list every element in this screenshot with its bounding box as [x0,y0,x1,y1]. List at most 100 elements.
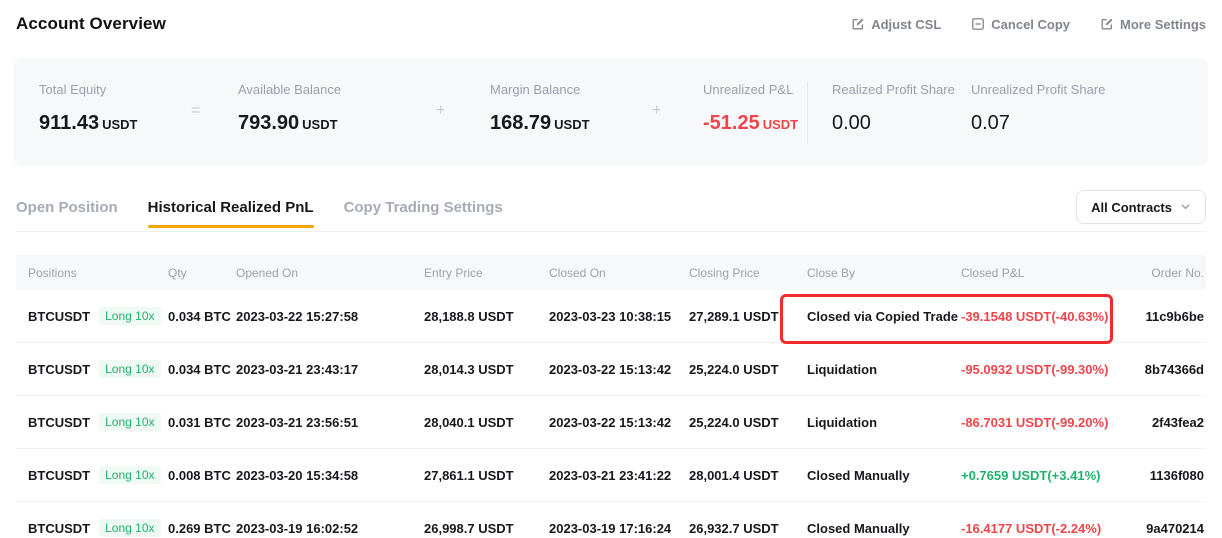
tabs-row: Open Position Historical Realized PnL Copy… [16,184,1206,232]
stat-total-equity: Total Equity 911.43USDT [39,82,137,137]
qty-cell: 0.008 BTC [168,468,236,483]
opened-on-cell: 2023-03-22 15:27:58 [236,309,424,324]
opened-on-cell: 2023-03-21 23:43:17 [236,362,424,377]
tab-historical-realized-pnl[interactable]: Historical Realized PnL [148,184,314,231]
stat-available-balance: Available Balance 793.90USDT [238,82,341,137]
qty-cell: 0.031 BTC [168,415,236,430]
positions-cell: BTCUSDT Long 10x [28,413,168,431]
position-symbol: BTCUSDT [28,521,90,536]
closed-pnl-cell: -39.1548 USDT(-40.63%) [961,309,1129,324]
plus-operator: + [436,102,445,120]
stat-label: Available Balance [238,82,341,98]
closed-pnl-cell: -86.7031 USDT(-99.20%) [961,415,1129,430]
contracts-filter-label: All Contracts [1091,200,1172,215]
positions-cell: BTCUSDT Long 10x [28,307,168,325]
stat-unrealized-p-l: Unrealized P&L -51.25USDT [703,82,798,137]
closed-pnl-cell: -95.0932 USDT(-99.30%) [961,362,1129,377]
stat-value: 911.43USDT [39,111,137,137]
plus-operator: + [652,102,661,120]
closed-on-cell: 2023-03-22 15:13:42 [549,362,689,377]
tabs: Open Position Historical Realized PnL Copy… [16,184,503,231]
edit-icon [851,17,865,31]
tab-copy-trading-settings[interactable]: Copy Trading Settings [344,184,503,231]
minus-square-icon [971,17,985,31]
stat-label: Realized Profit Share [832,82,955,98]
edit-icon [1100,17,1114,31]
stat-label: Total Equity [39,82,137,98]
position-side-badge: Long 10x [99,413,160,431]
table-row[interactable]: BTCUSDT Long 10x 0.031 BTC 2023-03-21 23… [16,396,1206,449]
positions-cell: BTCUSDT Long 10x [28,360,168,378]
closing-price-cell: 25,224.0 USDT [689,415,807,430]
table-row[interactable]: BTCUSDT Long 10x 0.034 BTC 2023-03-21 23… [16,343,1206,396]
stat-label: Unrealized Profit Share [971,82,1105,98]
positions-cell: BTCUSDT Long 10x [28,466,168,484]
tab-open-position[interactable]: Open Position [16,184,118,231]
chevron-down-icon [1180,200,1191,215]
close-by-cell: Liquidation [807,362,961,377]
stat-label: Margin Balance [490,82,590,98]
summary-divider [807,82,808,144]
closed-on-cell: 2023-03-21 23:41:22 [549,468,689,483]
entry-price-cell: 27,861.1 USDT [424,468,549,483]
stat-value: 0.00 [832,111,955,135]
closing-price-cell: 28,001.4 USDT [689,468,807,483]
table-row[interactable]: BTCUSDT Long 10x 0.008 BTC 2023-03-20 15… [16,449,1206,502]
column-header-closed-on: Closed On [549,266,689,280]
order-no-cell: 2f43fea2 [1129,415,1206,430]
table-row[interactable]: BTCUSDT Long 10x 0.269 BTC 2023-03-19 16… [16,502,1206,538]
header-action-button[interactable]: Cancel Copy [971,17,1070,32]
stat-label: Unrealized P&L [703,82,798,98]
qty-cell: 0.034 BTC [168,362,236,377]
position-side-badge: Long 10x [99,307,160,325]
order-no-cell: 11c9b6be [1129,309,1206,324]
opened-on-cell: 2023-03-20 15:34:58 [236,468,424,483]
column-header-order-no-: Order No. [1129,266,1206,280]
close-by-cell: Closed Manually [807,521,961,536]
header-action-button[interactable]: More Settings [1100,17,1206,32]
closed-pnl-cell: -16.4177 USDT(-2.24%) [961,521,1129,536]
stat-value: 793.90USDT [238,111,341,137]
closing-price-cell: 26,932.7 USDT [689,521,807,536]
column-header-qty: Qty [168,266,236,280]
stat-value: 168.79USDT [490,111,590,137]
position-symbol: BTCUSDT [28,415,90,430]
stat-value: 0.07 [971,111,1105,135]
position-symbol: BTCUSDT [28,468,90,483]
contracts-filter-dropdown[interactable]: All Contracts [1076,190,1206,224]
stat-margin-balance: Margin Balance 168.79USDT [490,82,590,137]
stat-realized-profit-share: Realized Profit Share 0.00 [832,82,955,135]
close-by-cell: Closed Manually [807,468,961,483]
entry-price-cell: 26,998.7 USDT [424,521,549,536]
closed-on-cell: 2023-03-22 15:13:42 [549,415,689,430]
account-summary-card: Total Equity 911.43USDT Available Balance 7… [14,58,1208,166]
order-no-cell: 8b74366d [1129,362,1206,377]
close-by-cell: Closed via Copied Trade [807,309,961,324]
entry-price-cell: 28,188.8 USDT [424,309,549,324]
header-action-button[interactable]: Adjust CSL [851,17,941,32]
position-side-badge: Long 10x [99,466,160,484]
column-header-close-by: Close By [807,266,961,280]
closing-price-cell: 27,289.1 USDT [689,309,807,324]
column-header-opened-on: Opened On [236,266,424,280]
account-overview-page: Account Overview Adjust CSL Cancel Copy … [0,0,1222,538]
position-side-badge: Long 10x [99,360,160,378]
close-by-cell: Liquidation [807,415,961,430]
order-no-cell: 1136f080 [1129,468,1206,483]
qty-cell: 0.034 BTC [168,309,236,324]
column-header-closing-price: Closing Price [689,266,807,280]
topbar: Account Overview Adjust CSL Cancel Copy … [0,0,1222,48]
table-header-row: PositionsQtyOpened OnEntry PriceClosed O… [16,255,1206,290]
closed-on-cell: 2023-03-23 10:38:15 [549,309,689,324]
header-actions: Adjust CSL Cancel Copy More Settings [851,17,1206,32]
opened-on-cell: 2023-03-21 23:56:51 [236,415,424,430]
stat-unrealized-profit-share: Unrealized Profit Share 0.07 [971,82,1105,135]
column-header-positions: Positions [28,266,168,280]
qty-cell: 0.269 BTC [168,521,236,536]
opened-on-cell: 2023-03-19 16:02:52 [236,521,424,536]
order-no-cell: 9a470214 [1129,521,1206,536]
page-title: Account Overview [16,14,166,34]
stat-value: -51.25USDT [703,111,798,137]
entry-price-cell: 28,040.1 USDT [424,415,549,430]
table-row[interactable]: BTCUSDT Long 10x 0.034 BTC 2023-03-22 15… [16,290,1206,343]
